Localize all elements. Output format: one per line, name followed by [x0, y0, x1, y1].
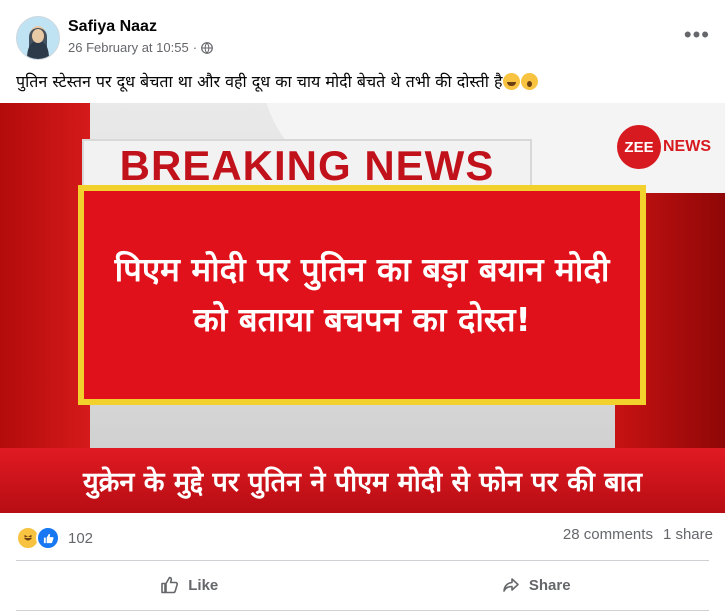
share-label: Share	[528, 576, 571, 594]
share-button[interactable]: Share	[363, 566, 710, 604]
headline-text: पिएम मोदी पर पुतिन का बड़ा बयान मोदी को …	[114, 250, 610, 339]
thumbs-up-icon	[161, 576, 179, 594]
more-options-icon[interactable]: •••	[684, 22, 710, 48]
globe-icon	[201, 41, 213, 54]
post-date[interactable]: 26 February at 10:55	[68, 40, 189, 55]
post-image[interactable]: ZEE NEWS BREAKING NEWS पिएम मोदी पर पुति…	[0, 103, 725, 513]
post-card: Safiya Naaz 26 February at 10:55 · ••• प…	[0, 0, 725, 615]
laughing-emoji-icon	[503, 73, 521, 90]
divider	[16, 560, 709, 561]
shares-count[interactable]: 1 share	[663, 526, 713, 543]
meta-separator: ·	[192, 40, 198, 55]
post-caption: पुतिन स्टेस्तन पर दूध बेचता था और वही दू…	[16, 72, 503, 91]
post-meta: 26 February at 10:55 ·	[68, 40, 213, 55]
ticker-text: युक्रेन के मुद्दे पर पुतिन ने पीएम मोदी …	[82, 467, 643, 498]
like-reaction-icon	[36, 526, 60, 550]
news-ticker: युक्रेन के मुद्दे पर पुतिन ने पीएम मोदी …	[0, 448, 725, 513]
post-actions: Like Share	[16, 566, 709, 604]
post-text: पुतिन स्टेस्तन पर दूध बेचता था और वही दू…	[16, 70, 706, 92]
zee-logo-circle: ZEE	[617, 125, 661, 169]
comments-count[interactable]: 28 comments	[563, 526, 653, 543]
share-arrow-icon	[503, 578, 519, 592]
post-header: Safiya Naaz 26 February at 10:55 · •••	[16, 14, 716, 62]
background-red-panel	[0, 103, 90, 503]
bottom-divider	[16, 610, 709, 611]
headline-box: पिएम मोदी पर पुतिन का बड़ा बयान मोदी को …	[78, 185, 646, 405]
zee-logo-news: NEWS	[663, 138, 711, 155]
reaction-count: 102	[68, 529, 94, 547]
avatar[interactable]	[16, 16, 60, 60]
avatar-image	[17, 17, 59, 59]
author-name[interactable]: Safiya Naaz	[68, 18, 157, 36]
post-stats: 102 28 comments 1 share	[16, 526, 713, 550]
shocked-emoji-icon	[521, 73, 539, 90]
like-button[interactable]: Like	[16, 566, 363, 604]
reactions-summary[interactable]: 102	[16, 526, 93, 550]
like-label: Like	[188, 576, 219, 594]
zee-news-logo: ZEE NEWS	[617, 125, 711, 169]
engagement-stats: 28 comments 1 share	[563, 526, 713, 543]
